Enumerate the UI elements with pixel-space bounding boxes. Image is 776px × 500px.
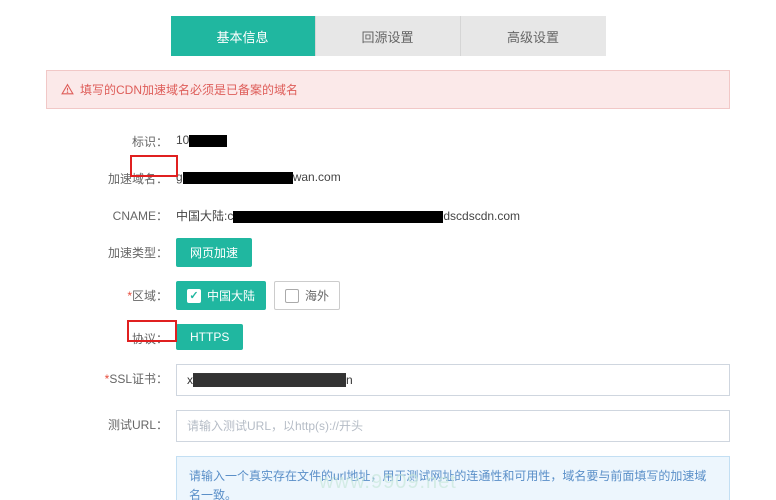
ssl-input[interactable] (176, 364, 730, 396)
check-icon: ✓ (285, 289, 299, 303)
testurl-hint: 请输入一个真实存在文件的url地址，用于测试网址的连通性和可用性，域名要与前面填… (176, 456, 730, 500)
tab-advanced[interactable]: 高级设置 (461, 16, 606, 56)
type-tag: 网页加速 (176, 238, 252, 267)
domain-value: gwan.com (176, 164, 341, 184)
id-label: 标识： (46, 127, 176, 150)
ssl-label: *SSL证书： (46, 364, 176, 387)
region-overseas-checkbox[interactable]: ✓海外 (274, 281, 340, 310)
cname-value: 中国大陆:cdscdscdn.com (176, 201, 520, 224)
cname-label: CNAME： (46, 201, 176, 224)
tabs-bar: 基本信息 回源设置 高级设置 (0, 0, 776, 56)
check-icon: ✓ (187, 289, 201, 303)
alert-banner: 填写的CDN加速域名必须是已备案的域名 (46, 70, 730, 109)
type-label: 加速类型： (46, 238, 176, 261)
region-label: *区域： (46, 281, 176, 304)
proto-tag: HTTPS (176, 324, 243, 350)
form-area: 标识： 10 加速域名： gwan.com CNAME： 中国大陆:cdscds… (0, 109, 776, 500)
tab-origin[interactable]: 回源设置 (316, 16, 461, 56)
domain-label: 加速域名： (46, 164, 176, 187)
tab-basic[interactable]: 基本信息 (171, 16, 316, 56)
alert-text: 填写的CDN加速域名必须是已备案的域名 (80, 81, 298, 98)
warning-icon (61, 83, 74, 96)
testurl-label: 测试URL： (46, 410, 176, 433)
id-value: 10 (176, 127, 227, 147)
region-cn-checkbox[interactable]: ✓中国大陆 (176, 281, 266, 310)
proto-label: 协议： (46, 324, 176, 347)
testurl-input[interactable] (176, 410, 730, 442)
